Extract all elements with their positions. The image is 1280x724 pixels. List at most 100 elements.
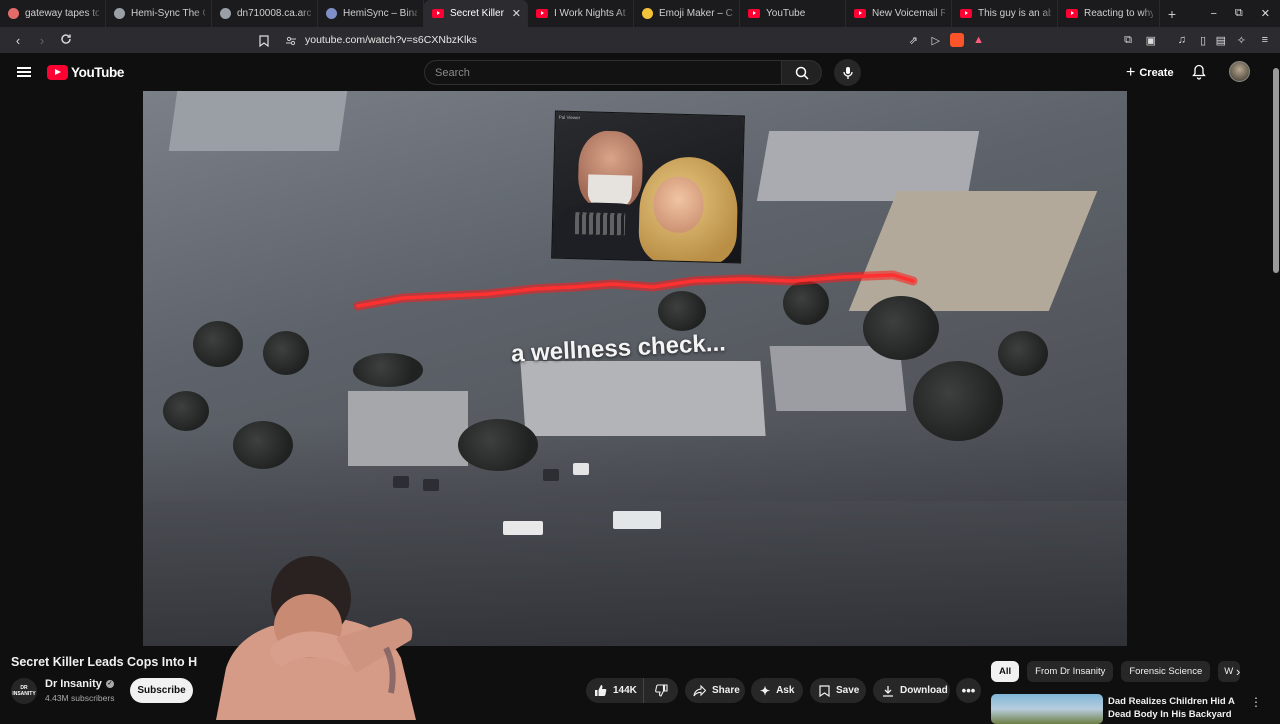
youtube-favicon-icon <box>1066 9 1078 18</box>
tab-favicon-icon <box>8 8 19 19</box>
channel-name-link[interactable]: Dr Insanity ✓ <box>45 678 114 690</box>
page-scrollbar[interactable] <box>1272 58 1280 720</box>
forward-icon[interactable]: › <box>32 33 52 48</box>
ask-label: Ask <box>776 685 795 696</box>
notifications-button[interactable] <box>1192 64 1206 85</box>
tab-favicon-icon <box>326 8 337 19</box>
media-icon[interactable]: ♫ <box>1178 34 1186 46</box>
brave-shield-icon[interactable] <box>950 33 964 47</box>
channel-avatar-text: DR INSANITY <box>12 685 36 697</box>
leo-ai-icon[interactable]: ✧ <box>1237 34 1246 47</box>
browser-tab[interactable]: Emoji Maker – Cre <box>634 0 740 27</box>
share-icon <box>693 684 706 696</box>
search-bar <box>424 60 822 85</box>
browser-tab-strip: gateway tapes to Hemi-Sync The Ga dn7100… <box>0 0 1280 27</box>
download-icon <box>883 685 893 697</box>
browser-tab[interactable]: Hemi-Sync The Ga <box>106 0 212 27</box>
tab-label: YouTube <box>766 8 806 19</box>
account-avatar[interactable] <box>1229 61 1250 82</box>
save-playlist-icon <box>819 684 830 697</box>
address-bar: ‹ › youtube.com/watch?v=s6CXNbzKlks ⇗ ▷ … <box>0 27 1280 53</box>
browser-tab[interactable]: New Voicemail RE <box>846 0 952 27</box>
download-button[interactable]: Download <box>873 678 950 703</box>
more-actions-button[interactable]: ••• <box>956 678 981 703</box>
window-controls: − ⧉ ✕ <box>1210 0 1270 27</box>
more-horizontal-icon: ••• <box>961 683 976 698</box>
browser-tab[interactable]: YouTube <box>740 0 846 27</box>
subscribe-button[interactable]: Subscribe <box>130 678 193 703</box>
youtube-favicon-icon <box>854 9 866 18</box>
guide-menu-icon[interactable] <box>17 67 31 77</box>
browser-tab[interactable]: gateway tapes to <box>0 0 106 27</box>
menu-icon[interactable]: ≡ <box>1262 34 1268 46</box>
reload-icon[interactable] <box>56 33 76 48</box>
tab-search-icon[interactable]: ▣ <box>1146 34 1156 47</box>
like-dislike-group: 144K <box>586 678 678 703</box>
search-input[interactable] <box>424 60 782 85</box>
video-title: Secret Killer Leads Cops Into H <box>11 655 198 669</box>
chip-all[interactable]: All <box>991 661 1020 682</box>
like-button[interactable]: 144K <box>586 678 644 703</box>
save-button[interactable]: Save <box>810 678 866 703</box>
browser-tab[interactable]: dn710008.ca.arch <box>212 0 318 27</box>
browser-tab[interactable]: I Work Nights At <box>528 0 634 27</box>
url-field[interactable]: youtube.com/watch?v=s6CXNbzKlks <box>253 29 1001 51</box>
youtube-logo[interactable]: YouTube <box>47 65 124 80</box>
photo-inset-label: Pal Viewer <box>558 114 581 121</box>
subscriber-count: 4.43M subscribers <box>45 693 115 703</box>
thumbs-down-icon <box>654 684 668 697</box>
scrollbar-thumb[interactable] <box>1273 68 1279 273</box>
open-external-icon[interactable]: ⇗ <box>909 34 918 47</box>
tab-close-icon[interactable]: ✕ <box>512 7 521 20</box>
chip-forensic-science[interactable]: Forensic Science <box>1121 661 1211 682</box>
tab-favicon-icon <box>220 8 231 19</box>
voice-search-button[interactable] <box>834 59 861 86</box>
thumbs-up-icon <box>595 685 607 696</box>
maximize-button[interactable]: ⧉ <box>1235 7 1243 20</box>
chip-from-channel[interactable]: From Dr Insanity <box>1027 661 1114 682</box>
brave-rewards-icon[interactable]: ▲ <box>973 34 984 46</box>
back-icon[interactable]: ‹ <box>8 33 28 48</box>
search-button[interactable] <box>782 60 822 85</box>
recommended-video-title[interactable]: Dad Realizes Children Hid A Dead Body In… <box>1108 695 1238 721</box>
youtube-favicon-icon <box>960 9 972 18</box>
search-icon <box>795 66 809 80</box>
url-text: youtube.com/watch?v=s6CXNbzKlks <box>305 34 477 46</box>
photo-shirt-print <box>574 212 626 236</box>
create-button[interactable]: + Create <box>1118 60 1182 85</box>
bell-icon <box>1192 64 1206 80</box>
youtube-favicon-icon <box>748 9 760 18</box>
share-button[interactable]: Share <box>685 678 745 703</box>
new-tab-button[interactable]: + <box>1160 6 1184 22</box>
browser-tab[interactable]: Reacting to why s <box>1058 0 1160 27</box>
site-info-icon[interactable] <box>285 34 297 52</box>
streamer-webcam-overlay <box>196 548 432 720</box>
photo-inset: Pal Viewer <box>551 110 745 264</box>
sidebar-icon[interactable]: ▯ <box>1200 34 1206 47</box>
channel-avatar[interactable]: DR INSANITY <box>11 678 37 704</box>
send-icon[interactable]: ▷ <box>932 34 940 47</box>
extensions-icon[interactable]: ⧉ <box>1124 34 1132 47</box>
wallet-icon[interactable]: ▤ <box>1216 34 1226 47</box>
browser-tab[interactable]: This guy is an abs <box>952 0 1058 27</box>
browser-tab-active[interactable]: Secret Killer ✕ <box>424 0 528 27</box>
sparkle-icon: ✦ <box>760 683 771 698</box>
tab-label: Secret Killer <box>450 8 504 19</box>
more-vertical-icon[interactable]: ⋮ <box>1250 695 1262 709</box>
bookmark-icon[interactable] <box>259 34 269 52</box>
download-label: Download <box>900 685 948 696</box>
minimize-button[interactable]: − <box>1210 8 1216 20</box>
save-label: Save <box>836 685 860 696</box>
youtube-favicon-icon <box>432 9 444 18</box>
channel-name: Dr Insanity <box>45 678 102 690</box>
verified-badge-icon: ✓ <box>105 680 114 688</box>
chips-next-arrow-icon[interactable]: › <box>1236 664 1240 679</box>
browser-tab[interactable]: HemiSync – Binau <box>318 0 424 27</box>
youtube-favicon-icon <box>536 9 548 18</box>
dislike-button[interactable] <box>644 684 678 697</box>
youtube-logo-icon <box>47 65 68 80</box>
youtube-logo-text: YouTube <box>71 65 124 80</box>
plus-icon: + <box>1126 63 1136 81</box>
ask-button[interactable]: ✦ Ask <box>751 678 803 703</box>
close-window-button[interactable]: ✕ <box>1261 7 1270 20</box>
